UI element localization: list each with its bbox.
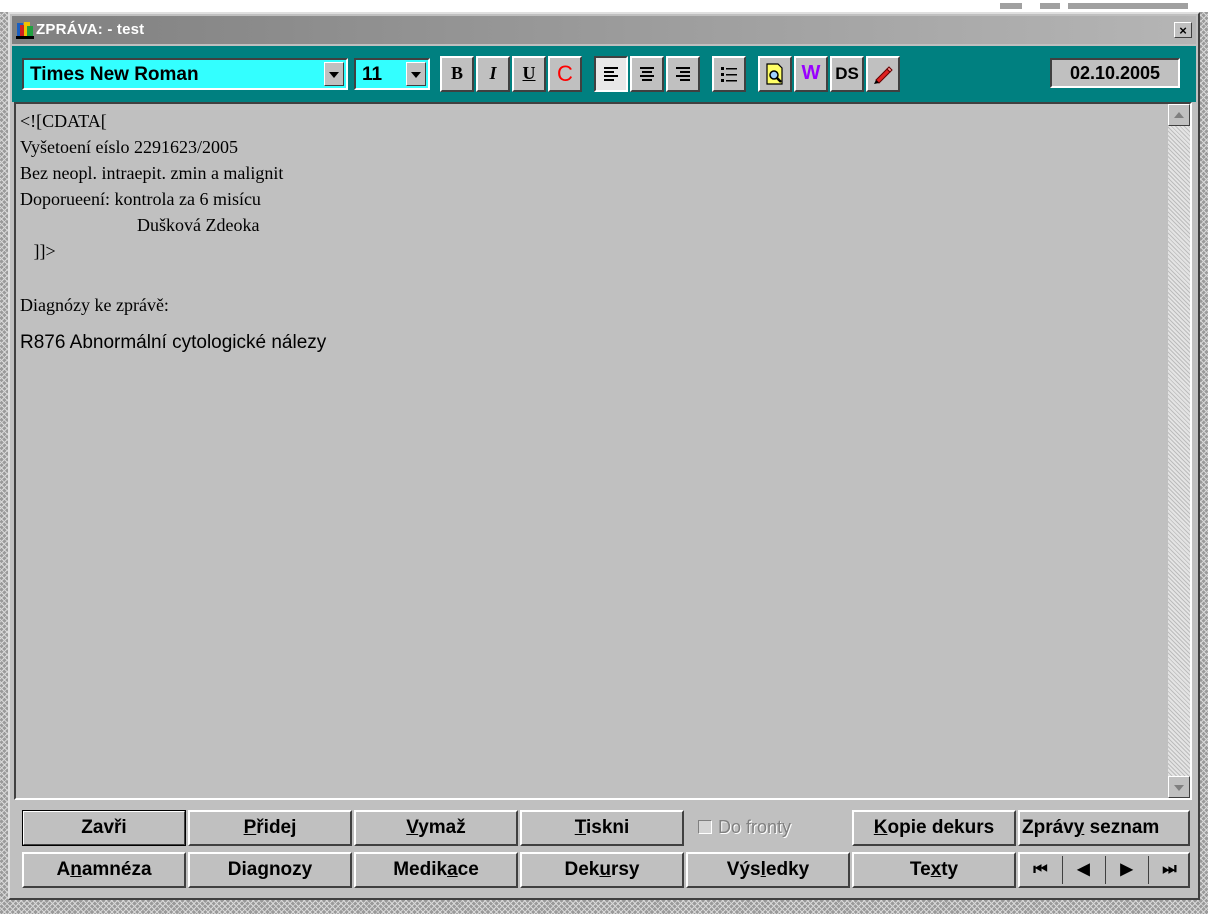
align-left-icon bbox=[604, 67, 618, 83]
text-line bbox=[20, 264, 326, 280]
text-line: ]]> bbox=[20, 241, 56, 261]
align-right-button[interactable] bbox=[666, 56, 700, 92]
bold-button[interactable]: B bbox=[440, 56, 474, 92]
ds-button[interactable]: DS bbox=[830, 56, 864, 92]
chevron-down-icon[interactable] bbox=[406, 62, 426, 86]
checkbox-box[interactable] bbox=[698, 820, 712, 834]
delete-button[interactable]: Vymaž bbox=[354, 810, 518, 846]
font-size-select[interactable]: 11 bbox=[354, 58, 430, 90]
print-button[interactable]: Tiskni bbox=[520, 810, 684, 846]
align-center-icon bbox=[640, 67, 654, 83]
print-preview-button[interactable] bbox=[758, 56, 792, 92]
close-report-button[interactable]: Zavři bbox=[22, 810, 186, 846]
queue-checkbox-label: Do fronty bbox=[718, 817, 792, 837]
top-strip bbox=[0, 0, 1208, 12]
record-navigator: ⏮ ◀ ▶ ⏭ bbox=[1018, 852, 1190, 888]
pencil-icon bbox=[874, 66, 893, 84]
text-line: Doporueení: kontrola za 6 misícu bbox=[20, 189, 261, 209]
underline-button[interactable]: U bbox=[512, 56, 546, 92]
font-family-value: Times New Roman bbox=[30, 64, 199, 85]
font-size-value: 11 bbox=[362, 64, 383, 85]
signature-line: Dušková Zdeoka bbox=[20, 215, 260, 235]
align-right-icon bbox=[676, 67, 690, 83]
edit-button[interactable] bbox=[866, 56, 900, 92]
diagnosis-line: R876 Abnormální cytologické nálezy bbox=[20, 332, 327, 353]
window-title: ZPRÁVA: - test bbox=[36, 21, 145, 38]
text-line: Bez neopl. intraepit. zmin a malignit bbox=[20, 163, 284, 183]
report-date: 02.10.2005 bbox=[1050, 58, 1180, 88]
scroll-down-arrow-icon[interactable] bbox=[1168, 776, 1190, 798]
align-center-button[interactable] bbox=[630, 56, 664, 92]
diagnoses-button[interactable]: Diagnozy bbox=[188, 852, 352, 888]
copy-dekurs-button[interactable]: Kopie dekurs bbox=[852, 810, 1016, 846]
next-record-icon[interactable]: ▶ bbox=[1106, 854, 1147, 886]
color-button[interactable]: C bbox=[548, 56, 582, 92]
app-icon bbox=[16, 22, 34, 39]
chevron-down-icon[interactable] bbox=[324, 62, 344, 86]
texts-button[interactable]: Texty bbox=[852, 852, 1016, 888]
last-record-icon[interactable]: ⏭ bbox=[1149, 854, 1190, 886]
dekursy-button[interactable]: Dekursy bbox=[520, 852, 684, 888]
text-line: <![CDATA[ bbox=[20, 111, 107, 131]
format-toolbar: Times New Roman 11 B I U C W DS 02.10.20… bbox=[12, 46, 1196, 102]
font-family-select[interactable]: Times New Roman bbox=[22, 58, 348, 90]
diagnoses-heading: Diagnózy ke zprávě: bbox=[20, 295, 169, 315]
print-preview-icon bbox=[766, 63, 783, 85]
italic-button[interactable]: I bbox=[476, 56, 510, 92]
previous-record-icon[interactable]: ◀ bbox=[1063, 854, 1104, 886]
word-export-button[interactable]: W bbox=[794, 56, 828, 92]
reports-list-button[interactable]: Zprávy seznam bbox=[1018, 810, 1190, 846]
report-text-editor[interactable]: <![CDATA[ Vyšetoení eíslo 2291623/2005 B… bbox=[14, 102, 1192, 800]
scroll-up-arrow-icon[interactable] bbox=[1168, 104, 1190, 126]
results-button[interactable]: Výsledky bbox=[686, 852, 850, 888]
queue-checkbox[interactable]: Do fronty bbox=[690, 810, 830, 846]
report-body: <![CDATA[ Vyšetoení eíslo 2291623/2005 B… bbox=[20, 108, 326, 356]
text-line: Vyšetoení eíslo 2291623/2005 bbox=[20, 137, 238, 157]
vertical-scrollbar[interactable] bbox=[1168, 104, 1190, 798]
report-window: ZPRÁVA: - test × Times New Roman 11 B I … bbox=[8, 12, 1200, 900]
align-left-button[interactable] bbox=[594, 56, 628, 92]
bullet-list-button[interactable] bbox=[712, 56, 746, 92]
bullet-list-icon bbox=[721, 67, 737, 82]
first-record-icon[interactable]: ⏮ bbox=[1020, 854, 1061, 886]
title-bar[interactable]: ZPRÁVA: - test × bbox=[12, 16, 1196, 44]
anamnesis-button[interactable]: Anamnéza bbox=[22, 852, 186, 888]
add-button[interactable]: Přidej bbox=[188, 810, 352, 846]
medication-button[interactable]: Medikace bbox=[354, 852, 518, 888]
close-button[interactable]: × bbox=[1174, 22, 1192, 38]
